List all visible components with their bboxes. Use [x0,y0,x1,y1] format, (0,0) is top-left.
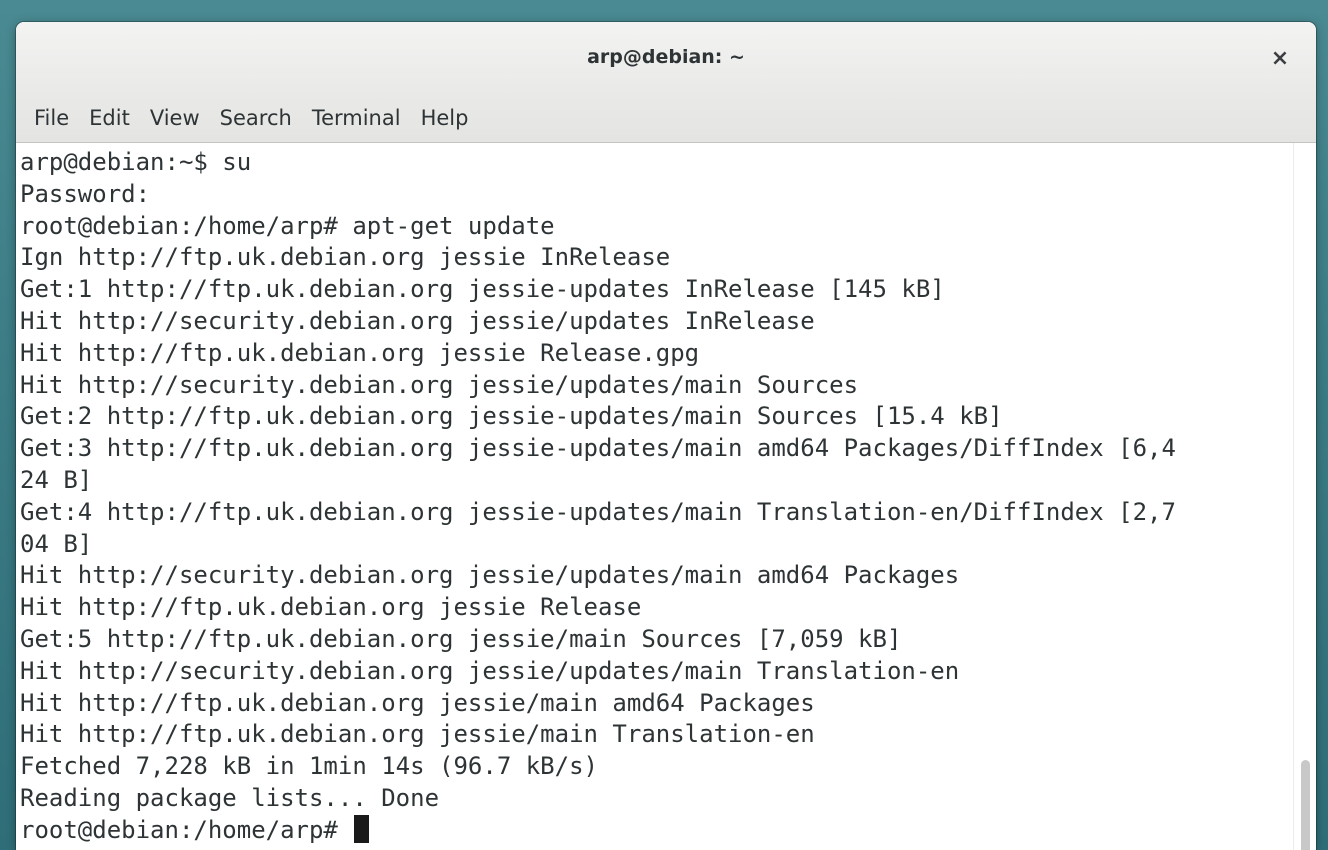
terminal-line: Hit http://ftp.uk.debian.org jessie Rele… [20,338,700,367]
terminal-area[interactable]: arp@debian:~$ su Password: root@debian:/… [16,143,1316,850]
menu-bar: File Edit View Search Terminal Help [16,96,1316,143]
terminal-line: Hit http://ftp.uk.debian.org jessie/main… [20,688,815,717]
menu-search[interactable]: Search [210,102,302,136]
terminal-line: Hit http://ftp.uk.debian.org jessie/main… [20,720,815,749]
terminal-line: Hit http://ftp.uk.debian.org jessie Rele… [20,593,642,622]
terminal-line: Hit http://security.debian.org jessie/up… [20,656,960,685]
terminal-line: Get:3 http://ftp.uk.debian.org jessie-up… [20,434,1176,463]
terminal-line: root@debian:/home/arp# apt-get update [20,211,555,240]
terminal-output: arp@debian:~$ su Password: root@debian:/… [20,147,1280,847]
terminal-line: Hit http://security.debian.org jessie/up… [20,561,960,590]
terminal-line: 24 B] [20,465,93,494]
terminal-line: Get:4 http://ftp.uk.debian.org jessie-up… [20,497,1176,526]
menu-file[interactable]: File [24,102,79,136]
terminal-line: Hit http://security.debian.org jessie/up… [20,306,815,335]
terminal-prompt-line[interactable]: root@debian:/home/arp# [20,814,1280,847]
terminal-line: Get:2 http://ftp.uk.debian.org jessie-up… [20,402,1003,431]
menu-help[interactable]: Help [411,102,479,136]
window-title: arp@debian: ~ [587,46,745,68]
terminal-line: Ign http://ftp.uk.debian.org jessie InRe… [20,243,671,272]
terminal-line: Password: [20,179,151,208]
menu-terminal[interactable]: Terminal [302,102,411,136]
terminal-line: Reading package lists... Done [20,783,440,812]
menu-edit[interactable]: Edit [79,102,140,136]
vertical-scrollbar[interactable] [1293,143,1316,850]
menu-view[interactable]: View [140,102,210,136]
terminal-window: arp@debian: ~ × File Edit View Search Te… [16,22,1316,850]
terminal-line: Hit http://security.debian.org jessie/up… [20,370,859,399]
terminal-line: 04 B] [20,529,93,558]
terminal-line: Get:5 http://ftp.uk.debian.org jessie/ma… [20,624,902,653]
scrollbar-thumb[interactable] [1301,760,1310,850]
terminal-line: Fetched 7,228 kB in 1min 14s (96.7 kB/s) [20,752,598,781]
block-cursor-icon [354,814,370,843]
terminal-line: arp@debian:~$ su [20,148,252,176]
terminal-prompt: root@debian:/home/arp# [20,815,353,844]
terminal-line: Get:1 http://ftp.uk.debian.org jessie-up… [20,275,945,304]
title-bar[interactable]: arp@debian: ~ × [16,22,1316,96]
close-icon[interactable]: × [1268,46,1292,71]
